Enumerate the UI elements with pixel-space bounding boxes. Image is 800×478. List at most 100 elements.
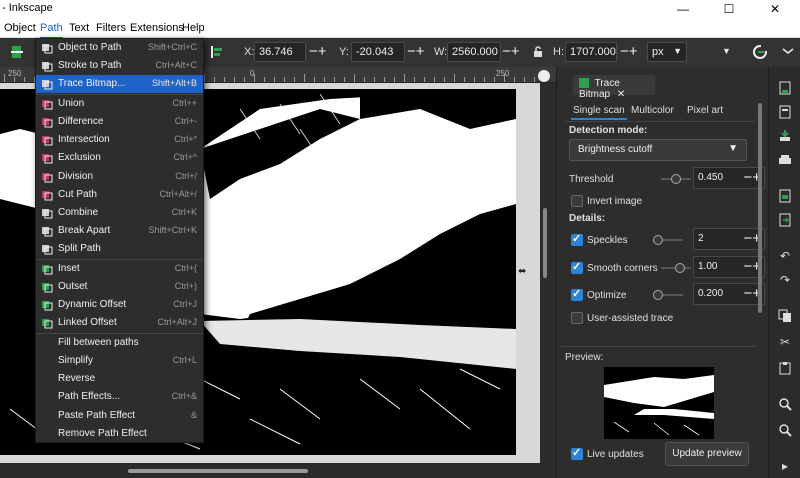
- commands-bar-toggle-icon[interactable]: [782, 46, 794, 58]
- menu-item-path-effects[interactable]: Path Effects... Ctrl+&: [36, 388, 203, 406]
- new-document-icon[interactable]: [778, 81, 792, 95]
- menu-item-combine[interactable]: Combine Ctrl+K: [36, 204, 203, 222]
- ruler-tick: [524, 77, 525, 82]
- redo-icon[interactable]: ↷: [778, 273, 792, 287]
- align-icon[interactable]: [210, 45, 224, 59]
- save-icon[interactable]: [778, 129, 792, 143]
- menu-item-inset[interactable]: Inset Ctrl+(: [36, 260, 203, 278]
- menu-object[interactable]: Object: [4, 22, 36, 34]
- update-preview-button[interactable]: Update preview: [665, 442, 749, 466]
- menu-item-trace-bitmap[interactable]: Trace Bitmap... Shift+Alt+B: [36, 75, 203, 94]
- menu-item-simplify[interactable]: Simplify Ctrl+L: [36, 352, 203, 370]
- import-icon[interactable]: [778, 189, 792, 203]
- live-updates-checkbox[interactable]: [571, 446, 583, 460]
- menu-item-split-path[interactable]: Split Path: [36, 240, 203, 258]
- w-stepper[interactable]: −+: [502, 43, 520, 61]
- menu-item-remove-path-effect[interactable]: Remove Path Effect: [36, 425, 203, 443]
- threshold-slider[interactable]: [661, 174, 691, 184]
- panel-scrollbar[interactable]: [757, 103, 763, 403]
- select-tool-icon[interactable]: [10, 45, 24, 59]
- y-stepper[interactable]: −+: [407, 43, 425, 61]
- zoom-corner-icon[interactable]: [538, 70, 550, 82]
- menu-item-intersection[interactable]: Intersection Ctrl+*: [36, 131, 203, 149]
- smooth-corners-field[interactable]: 1.00 −+: [693, 256, 765, 278]
- minimize-button[interactable]: —: [660, 0, 706, 18]
- menu-item-cut-path[interactable]: Cut Path Ctrl+Alt+/: [36, 186, 203, 204]
- tab-single-scan[interactable]: Single scan: [571, 105, 627, 120]
- invert-image-checkbox[interactable]: [571, 195, 583, 207]
- speckles-checkbox[interactable]: [571, 232, 583, 246]
- menu-item-difference[interactable]: Difference Ctrl+-: [36, 113, 203, 131]
- undo-icon[interactable]: ↶: [778, 249, 792, 263]
- menu-item-label: Intersection: [58, 134, 110, 146]
- menu-extensions[interactable]: Extensions: [130, 22, 184, 34]
- trace-bitmap-tab[interactable]: Trace Bitmap ✕: [573, 75, 655, 100]
- open-icon[interactable]: [778, 105, 792, 119]
- ruler-tick: [24, 77, 25, 82]
- print-icon[interactable]: [778, 153, 792, 167]
- ruler-tick: [394, 77, 395, 82]
- user-assisted-trace-checkbox[interactable]: [571, 312, 583, 324]
- smooth-corners-checkbox[interactable]: [571, 260, 583, 274]
- zoom-selection-icon[interactable]: [778, 397, 792, 411]
- h-field[interactable]: 1707.000: [565, 42, 617, 62]
- maximize-button[interactable]: ☐: [706, 0, 752, 18]
- lock-icon[interactable]: [533, 46, 543, 58]
- menu-item-division[interactable]: Division Ctrl+/: [36, 168, 203, 186]
- smooth-corners-slider[interactable]: [661, 263, 691, 273]
- menu-item-object-to-path[interactable]: Object to Path Shift+Ctrl+C: [36, 39, 203, 57]
- canvas-horizontal-scrollbar[interactable]: [0, 463, 550, 478]
- h-stepper[interactable]: −+: [620, 43, 638, 61]
- ruler-tick: [504, 74, 505, 82]
- canvas-vertical-scrollbar[interactable]: [540, 83, 550, 463]
- menu-item-shortcut: Ctrl+&: [171, 391, 197, 402]
- menu-item-reverse[interactable]: Reverse: [36, 370, 203, 388]
- tab-pixel-art[interactable]: Pixel art: [687, 105, 723, 116]
- export-icon[interactable]: [778, 213, 792, 227]
- unit-select[interactable]: px ▼: [647, 42, 687, 62]
- cut-icon[interactable]: ✂: [778, 335, 792, 349]
- w-field[interactable]: 2560.000: [447, 42, 501, 62]
- copy-icon[interactable]: [778, 309, 792, 323]
- y-label: Y:: [339, 46, 349, 58]
- close-window-button[interactable]: ✕: [752, 0, 798, 18]
- intersection-icon: [41, 134, 53, 146]
- ruler-tick: [224, 77, 225, 82]
- menu-help[interactable]: Help: [182, 22, 205, 34]
- resize-handle-icon[interactable]: ⬌: [518, 266, 526, 277]
- toolbar-menu-icon[interactable]: ▼: [722, 46, 731, 56]
- x-field[interactable]: 36.746: [254, 42, 306, 62]
- paste-icon[interactable]: [778, 361, 792, 375]
- menu-item-fill-between-paths[interactable]: Fill between paths: [36, 334, 203, 352]
- optimize-field[interactable]: 0.200 −+: [693, 283, 765, 305]
- ruler-tick: [324, 77, 325, 82]
- expand-bar-icon[interactable]: ▸: [778, 459, 792, 473]
- menu-path[interactable]: Path: [40, 22, 63, 39]
- optimize-checkbox[interactable]: [571, 287, 583, 301]
- speckles-value: 2: [698, 233, 704, 244]
- y-field[interactable]: -20.043: [351, 42, 405, 62]
- unit-value: px: [652, 46, 664, 58]
- zoom-drawing-icon[interactable]: [778, 423, 792, 437]
- menu-item-exclusion[interactable]: Exclusion Ctrl+^: [36, 149, 203, 167]
- menu-item-paste-path-effect[interactable]: Paste Path Effect &: [36, 407, 203, 425]
- threshold-field[interactable]: 0.450 −+: [693, 167, 765, 189]
- tab-multicolor[interactable]: Multicolor: [631, 105, 674, 116]
- speckles-slider[interactable]: [653, 235, 683, 245]
- detection-mode-select[interactable]: Brightness cutoff ▼: [569, 139, 747, 161]
- ruler-tick: [514, 77, 515, 82]
- snap-icon[interactable]: [752, 44, 768, 60]
- menu-item-union[interactable]: Union Ctrl++: [36, 95, 203, 113]
- split-path-icon: [41, 243, 53, 255]
- menu-item-break-apart[interactable]: Break Apart Shift+Ctrl+K: [36, 222, 203, 240]
- optimize-slider[interactable]: [653, 290, 683, 300]
- menu-filters[interactable]: Filters: [96, 22, 126, 34]
- close-tab-icon[interactable]: ✕: [617, 89, 625, 100]
- x-stepper[interactable]: −+: [309, 43, 327, 61]
- speckles-field[interactable]: 2 −+: [693, 228, 765, 250]
- menu-text[interactable]: Text: [69, 22, 89, 34]
- menu-item-stroke-to-path[interactable]: Stroke to Path Ctrl+Alt+C: [36, 57, 203, 75]
- menu-item-linked-offset[interactable]: Linked Offset Ctrl+Alt+J: [36, 314, 203, 332]
- menu-item-outset[interactable]: Outset Ctrl+): [36, 278, 203, 296]
- menu-item-dynamic-offset[interactable]: Dynamic Offset Ctrl+J: [36, 296, 203, 314]
